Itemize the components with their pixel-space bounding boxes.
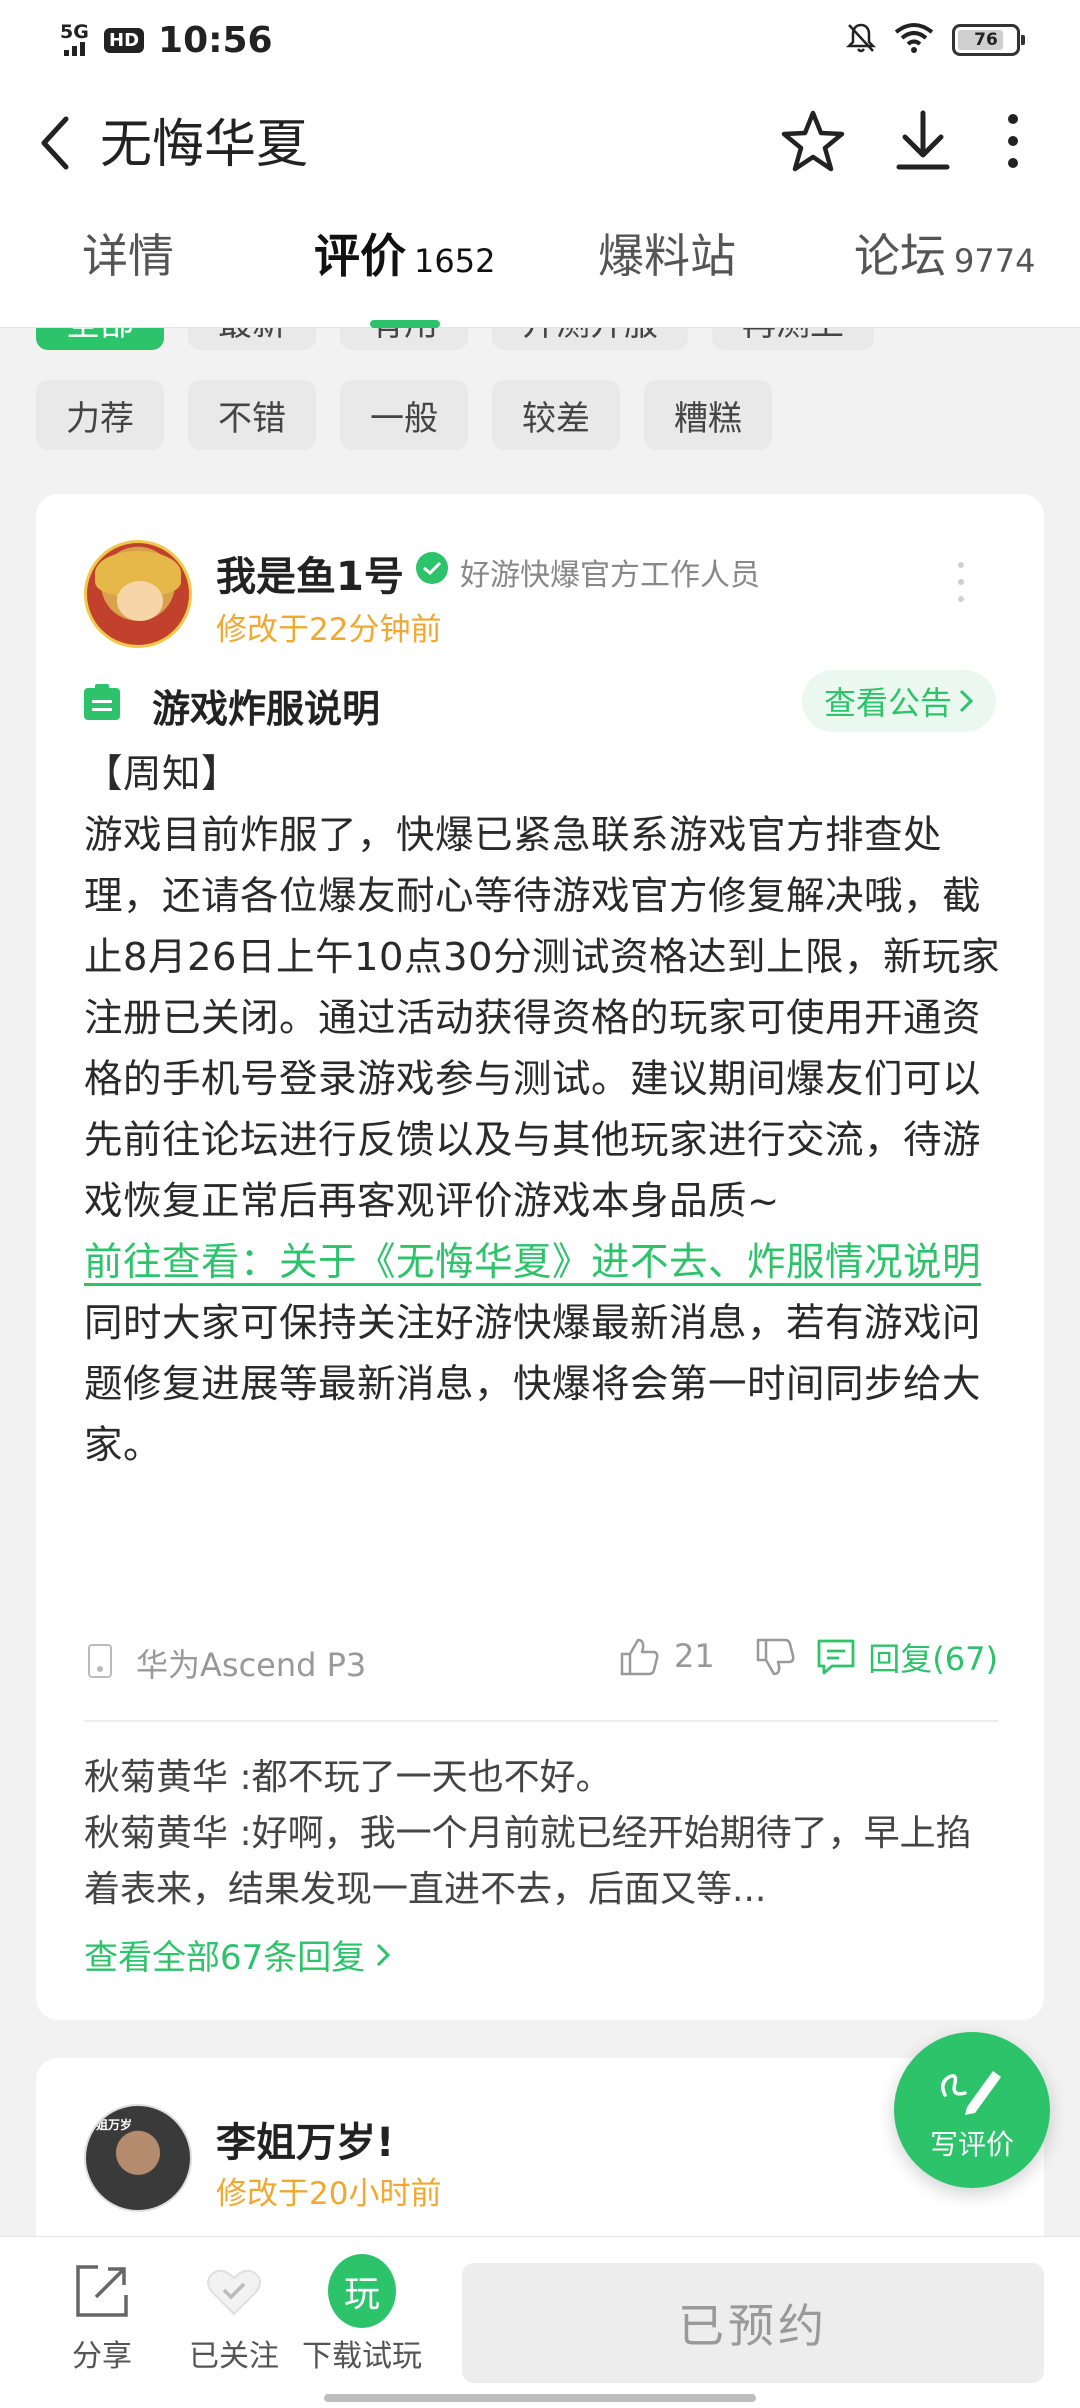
share-icon <box>68 2257 136 2325</box>
favorite-button[interactable] <box>768 96 858 186</box>
reply-list: 秋菊黄华 :都不玩了一天也不好。 秋菊黄华 :好啊，我一个月前就已经开始期待了，… <box>84 1750 1000 1918</box>
filter-row-2: 力荐 不错 一般 较差 糟糕 <box>36 380 772 450</box>
tab-label: 评价 <box>314 229 406 283</box>
notice-title: 游戏炸服说明 <box>152 687 381 731</box>
back-button[interactable] <box>28 98 84 188</box>
chevron-left-icon <box>41 116 69 170</box>
status-bar: 5G HD 10:56 76 <box>0 0 1080 80</box>
notice-row: 游戏炸服说明 查看公告 <box>82 670 996 734</box>
avatar[interactable]: 姐万岁 <box>84 2104 192 2212</box>
review-paragraph: 游戏目前炸服了，快爆已紧急联系游戏官方排查处理，还请各位爆友耐心等待游戏官方修复… <box>84 813 1000 1224</box>
notice-icon <box>84 684 120 720</box>
user-role: 好游快爆官方工作人员 <box>460 558 760 593</box>
tab-label: 爆料站 <box>598 229 736 283</box>
review-username[interactable]: 我是鱼1号 <box>216 544 404 602</box>
status-time: 10:56 <box>158 19 273 61</box>
reply-button[interactable]: 回复(67) <box>816 1634 998 1680</box>
chevron-right-icon <box>377 1943 391 1966</box>
mute-icon <box>845 22 877 58</box>
filter-chip-average[interactable]: 一般 <box>340 380 468 450</box>
edited-time: 修改于20小时前 <box>216 2176 442 2212</box>
filter-chip-terrible[interactable]: 糟糕 <box>644 380 772 450</box>
avatar[interactable] <box>84 540 192 648</box>
like-button[interactable]: 21 <box>618 1636 715 1676</box>
write-review-label: 写评价 <box>929 2128 1014 2161</box>
star-icon <box>781 110 845 172</box>
signal-icon: 5G <box>60 22 96 58</box>
tab-forum[interactable]: 论坛 9774 <box>854 220 1035 286</box>
dislike-button[interactable] <box>754 1638 796 1682</box>
battery-level: 76 <box>974 30 998 50</box>
verified-icon <box>416 552 448 584</box>
follow-button[interactable]: 已关注 <box>174 2257 294 2375</box>
filter-chip-good[interactable]: 不错 <box>188 380 316 450</box>
reply-item[interactable]: 秋菊黄华 :都不玩了一天也不好。 <box>84 1750 1000 1806</box>
tab-label: 详情 <box>82 229 174 283</box>
page-title: 无悔华夏 <box>100 115 309 175</box>
review-more-icon[interactable] <box>956 562 966 602</box>
phone-icon <box>88 1644 112 1678</box>
review-paragraph: 同时大家可保持关注好游快爆最新消息，若有游戏问题修复进展等最新消息，快爆将会第一… <box>84 1301 982 1468</box>
tab-reviews[interactable]: 评价 1652 <box>314 220 495 286</box>
network-type: 5G <box>60 21 89 43</box>
announcement-link[interactable]: 前往查看：关于《无悔华夏》进不去、炸服情况说明 <box>84 1240 981 1285</box>
review-paragraph: 【周知】 <box>84 752 241 797</box>
tab-news[interactable]: 爆料站 <box>598 220 736 286</box>
pen-icon <box>941 2071 1001 2115</box>
download-icon <box>896 110 950 170</box>
view-announcement-button[interactable]: 查看公告 <box>801 670 996 732</box>
tab-bar: 详情 评价 1652 爆料站 论坛 9774 <box>0 200 1080 328</box>
review-content: 【周知】 游戏目前炸服了，快爆已紧急联系游戏官方排查处理，还请各位爆友耐心等待游… <box>84 744 1000 1476</box>
write-review-button[interactable]: 写评价 <box>894 2032 1050 2188</box>
reply-author: 秋菊黄华 <box>84 1813 229 1854</box>
more-options-button[interactable] <box>968 96 1058 186</box>
reply-count: 回复(67) <box>868 1640 998 1678</box>
edited-time: 修改于22分钟前 <box>216 612 442 648</box>
bottom-bar: 分享 已关注 玩 下载试玩 已预约 <box>0 2236 1080 2408</box>
filter-chip-poor[interactable]: 较差 <box>492 380 620 450</box>
tab-details[interactable]: 详情 <box>82 220 174 286</box>
tab-underline <box>370 320 440 328</box>
tab-label: 论坛 <box>854 229 946 283</box>
review-meta: 华为Ascend P3 21 回复(67) <box>84 1630 998 1690</box>
filter-chip-highly-recommend[interactable]: 力荐 <box>36 380 164 450</box>
heart-check-icon <box>200 2257 268 2325</box>
download-play-label: 下载试玩 <box>302 2339 422 2374</box>
thumbs-up-icon <box>620 1638 659 1676</box>
wifi-icon <box>894 22 934 58</box>
like-count: 21 <box>674 1637 715 1675</box>
hd-badge: HD <box>104 27 145 53</box>
reply-text: 都不玩了一天也不好。 <box>251 1757 612 1798</box>
reply-author: 秋菊黄华 <box>84 1757 229 1798</box>
view-all-replies-link[interactable]: 查看全部67条回复 <box>84 1930 391 1979</box>
tab-count: 9774 <box>954 242 1036 280</box>
reply-item[interactable]: 秋菊黄华 :好啊，我一个月前就已经开始期待了，早上掐着表来，结果发现一直进不去，… <box>84 1806 1000 1918</box>
download-play-button[interactable]: 玩 下载试玩 <box>302 2254 422 2375</box>
avatar-text: 姐万岁 <box>96 2118 133 2132</box>
comment-icon <box>817 1639 855 1675</box>
review-username[interactable]: 李姐万岁! <box>216 2110 394 2168</box>
tab-count: 1652 <box>414 242 496 280</box>
more-vertical-icon <box>1008 114 1018 168</box>
view-announcement-label: 查看公告 <box>823 684 952 722</box>
download-button[interactable] <box>878 96 968 186</box>
battery-icon: 76 <box>952 24 1025 56</box>
view-all-label: 查看全部67条回复 <box>84 1938 366 1978</box>
share-label: 分享 <box>72 2339 132 2374</box>
reserved-button[interactable]: 已预约 <box>462 2263 1044 2383</box>
play-icon: 玩 <box>328 2254 396 2328</box>
review-card: 我是鱼1号 好游快爆官方工作人员 修改于22分钟前 游戏炸服说明 查看公告 【周… <box>36 494 1044 2020</box>
device-name: 华为Ascend P3 <box>136 1646 367 1684</box>
chevron-right-icon <box>959 689 974 713</box>
share-button[interactable]: 分享 <box>42 2257 162 2375</box>
thumbs-down-icon <box>756 1638 795 1676</box>
follow-label: 已关注 <box>189 2339 279 2374</box>
home-indicator[interactable] <box>324 2394 756 2402</box>
divider <box>84 1720 998 1722</box>
